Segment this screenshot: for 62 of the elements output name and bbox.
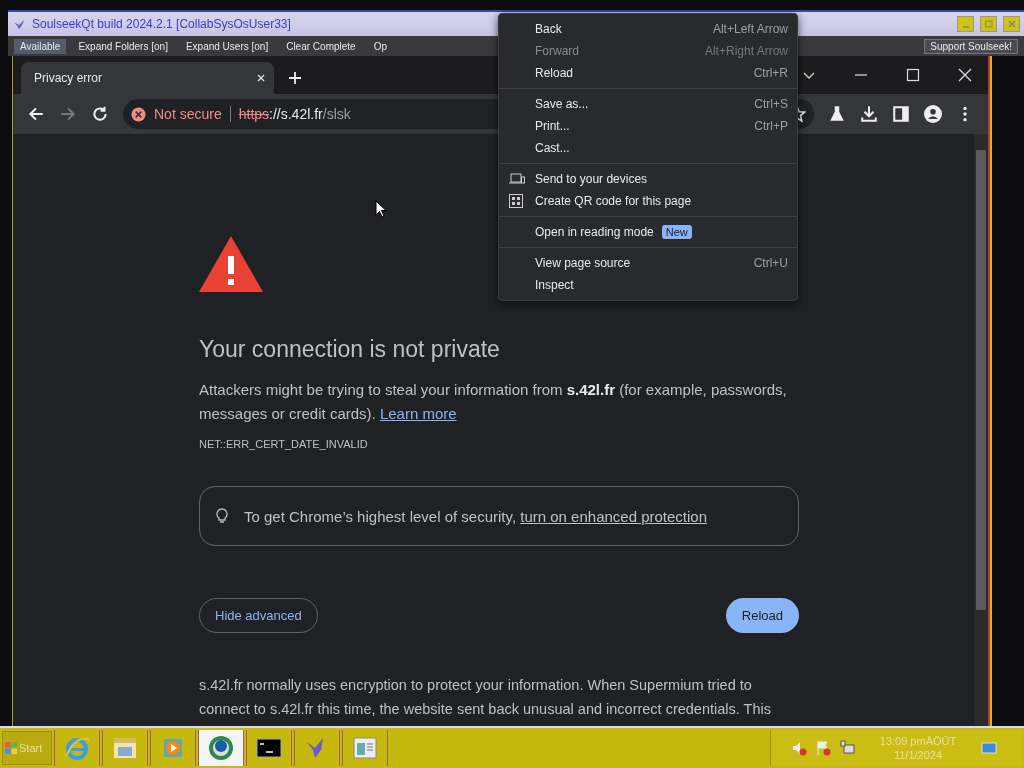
close-icon[interactable] (958, 68, 972, 82)
toolbar-button[interactable]: Expand Users [on] (179, 38, 275, 54)
shortcut-text: Ctrl+R (753, 66, 788, 80)
shortcut-text: Ctrl+U (753, 256, 788, 270)
mouse-cursor (375, 200, 387, 218)
details-text: s.42l.fr normally uses encryption to protect your information. When Supermium tried to connect to s.42l.fr this time, the website sent back unusual and incorrect credentials. This (199, 676, 772, 719)
url-text: https://s.42l.fr/slsk (238, 106, 351, 122)
lightbulb-icon (216, 508, 228, 524)
menu-item[interactable]: Inspect (499, 274, 797, 296)
close-icon (1006, 19, 1017, 29)
warning-icon (199, 236, 263, 292)
menu-item[interactable]: Open in reading mode New (499, 221, 797, 243)
flask-icon[interactable] (828, 105, 846, 123)
maximize-icon[interactable] (906, 68, 920, 82)
scrollbar-thumb[interactable] (976, 150, 986, 610)
window-icon[interactable] (342, 730, 388, 766)
network-icon[interactable] (839, 740, 855, 756)
shortcut-text: Alt+Right Arrow (704, 44, 788, 58)
menu-item[interactable]: Send to your devices (499, 168, 797, 190)
menu-item[interactable]: Back Alt+Left Arrow (499, 18, 797, 40)
security-label[interactable]: Not secure (154, 106, 222, 122)
close-icon[interactable] (256, 73, 266, 83)
new-badge: New (661, 225, 692, 239)
flag-icon[interactable] (815, 740, 831, 756)
menu-item[interactable]: Reload Ctrl+R (499, 62, 797, 84)
error-icon (131, 106, 146, 122)
error-description: Attackers might be trying to steal your information from s.42l.fr (for example, passwords, messages or credit cards). Learn more (199, 380, 788, 424)
minimize-icon (962, 26, 969, 28)
shortcut-text: Alt+Left Arrow (712, 22, 788, 36)
globe-icon[interactable] (198, 730, 244, 766)
back-icon[interactable] (27, 105, 45, 123)
toolbar-button[interactable]: Clear Complete (280, 38, 362, 54)
learn-more-link[interactable]: Learn more (379, 405, 457, 422)
browser-e-icon[interactable] (54, 730, 100, 766)
error-code: NET::ERR_CERT_DATE_INVALID (199, 438, 369, 450)
reload-button[interactable]: Reload (725, 598, 799, 633)
toolbar-button[interactable]: Op (367, 38, 393, 54)
new-tab-icon[interactable] (288, 71, 302, 85)
browser-tab[interactable]: Privacy error (21, 62, 274, 94)
toolbar-button[interactable]: Expand Folders [on] (72, 38, 174, 54)
menu-item[interactable]: Cast... (499, 137, 797, 159)
bird-icon (12, 17, 26, 31)
laptop-icon (509, 173, 525, 185)
start-logo-icon (5, 742, 17, 754)
window-title: SoulseekQt build 2024.2.1 [CollabSysOsUser33] (32, 17, 291, 31)
error-heading: Your connection is not private (199, 335, 501, 364)
toolbar-button[interactable]: Available (14, 38, 67, 54)
reload-icon[interactable] (91, 105, 109, 123)
menu-item[interactable]: Create QR code for this page (499, 190, 797, 212)
speaker-muted-icon[interactable] (791, 740, 807, 756)
menu-item[interactable]: View page source Ctrl+U (499, 252, 797, 274)
support-button[interactable]: Support Soulseek! (924, 38, 1018, 54)
qr-code-icon (509, 194, 523, 208)
profile-icon[interactable] (924, 105, 942, 123)
terminal-icon[interactable] (246, 730, 292, 766)
maximize-icon (983, 19, 994, 29)
tip-text: To get Chrome’s highest level of security, turn on enhanced protection (244, 507, 708, 525)
enhanced-protection-link[interactable]: turn on enhanced protection (520, 507, 708, 525)
folder-window-icon[interactable] (102, 730, 148, 766)
download-icon[interactable] (860, 105, 878, 123)
side-panel-icon[interactable] (892, 105, 910, 123)
shortcut-text: Ctrl+S (754, 97, 788, 111)
